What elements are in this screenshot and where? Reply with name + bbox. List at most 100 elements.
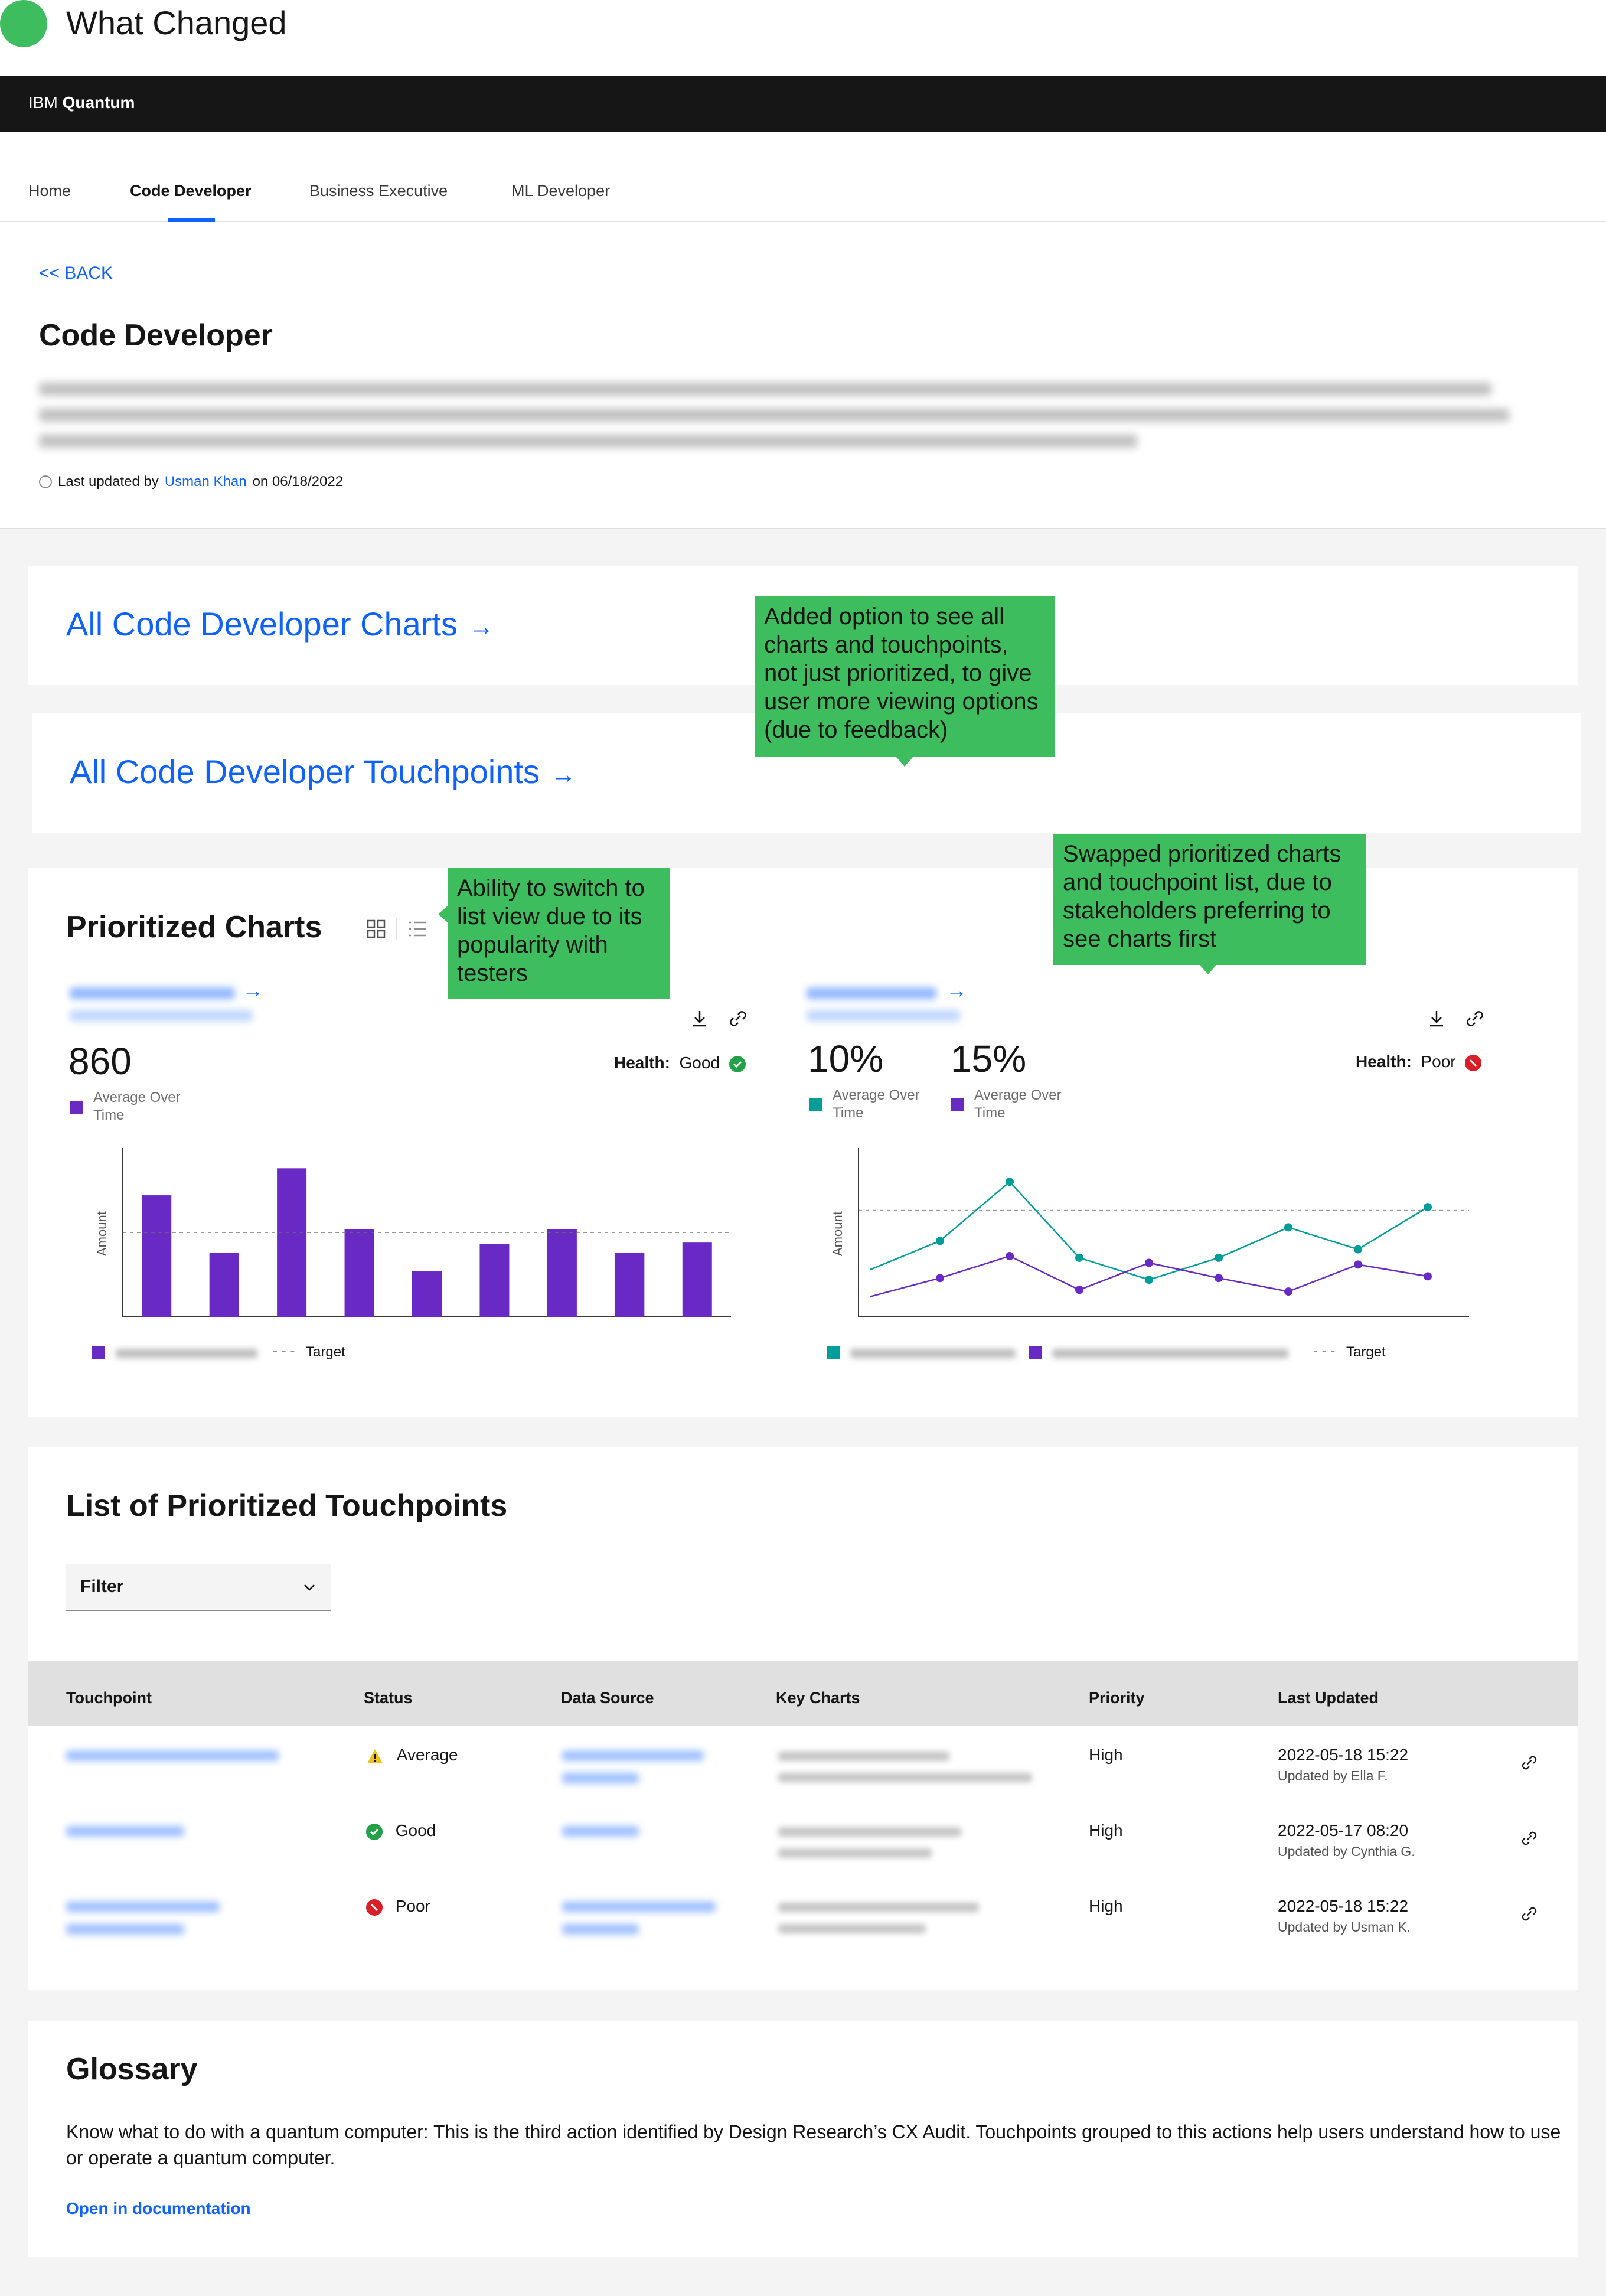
data-source-link[interactable] — [562, 1750, 704, 1761]
data-point — [1075, 1286, 1083, 1294]
chart1-health-value: Good — [679, 1054, 720, 1072]
chart1-health: Health: Good — [614, 1054, 746, 1072]
data-point — [1006, 1252, 1014, 1261]
chart2-kpi2-label: Average Over Time — [974, 1087, 1062, 1121]
data-point — [1354, 1245, 1362, 1254]
chart2-legend-series-1 — [850, 1349, 1016, 1358]
chart2-health: Health: Poor — [1356, 1052, 1482, 1071]
open-documentation-link[interactable]: Open in documentation — [66, 2199, 251, 2218]
touchpoint-link[interactable] — [66, 1902, 220, 1912]
callout-tail — [438, 906, 448, 922]
brand-logo[interactable]: IBM Quantum — [28, 93, 135, 112]
chart1-kpi-swatch — [70, 1101, 83, 1114]
tab-ml-developer[interactable]: ML Developer — [511, 182, 610, 200]
table-row: Average High 2022-05-18 15:22 Updated by… — [28, 1726, 1578, 1801]
chart1-kpi-label: Average Over Time — [93, 1090, 181, 1123]
column-header-priority[interactable]: Priority — [1089, 1689, 1145, 1707]
column-header-data-source[interactable]: Data Source — [561, 1689, 654, 1707]
good-status-icon — [729, 1055, 746, 1072]
tab-business-executive[interactable]: Business Executive — [309, 182, 448, 200]
bar — [344, 1229, 374, 1317]
list-view-icon[interactable] — [407, 919, 427, 939]
touchpoints-title: List of Prioritized Touchpoints — [66, 1489, 508, 1523]
glossary-text: Know what to do with a quantum computer:… — [66, 2121, 1561, 2168]
data-source-link[interactable] — [562, 1826, 639, 1837]
column-header-touchpoint[interactable]: Touchpoint — [66, 1689, 152, 1707]
tab-code-developer[interactable]: Code Developer — [130, 182, 252, 200]
callout-tail — [1200, 965, 1216, 974]
data-point — [1215, 1253, 1223, 1262]
link-icon[interactable] — [1464, 1009, 1486, 1029]
chart2-legend-target-dash: - - - — [1313, 1343, 1336, 1359]
touchpoint-link[interactable] — [66, 1826, 184, 1837]
key-charts-text — [778, 1924, 926, 1933]
all-charts-link[interactable]: All Code Developer Charts → — [66, 605, 494, 643]
data-point — [1424, 1203, 1432, 1212]
chart2-line-chart: Amount — [830, 1148, 1469, 1317]
chart2-title-link[interactable] — [807, 987, 936, 999]
grid-view-icon[interactable] — [366, 919, 386, 939]
bar — [682, 1242, 712, 1317]
tab-home[interactable]: Home — [28, 182, 71, 200]
data-point — [936, 1237, 944, 1245]
table-header: Touchpoint Status Data Source Key Charts… — [28, 1661, 1578, 1726]
arrow-right-icon: → — [468, 612, 494, 641]
chart2-kpi1-value: 10% — [808, 1038, 884, 1080]
link-icon[interactable] — [1520, 1754, 1539, 1772]
warning-icon — [367, 1749, 383, 1763]
chart1-legend-target-dash: - - - — [273, 1343, 295, 1359]
chart1-title-link[interactable] — [70, 987, 235, 999]
poor-status-icon — [1465, 1054, 1482, 1071]
download-icon[interactable] — [1427, 1009, 1447, 1029]
status-cell: Poor — [366, 1897, 430, 1916]
last-updated-cell: 2022-05-17 08:20 Updated by Cynthia G. — [1278, 1821, 1415, 1859]
filter-dropdown[interactable]: Filter — [66, 1564, 331, 1611]
callout-list-view: Ability to switch to list view due to it… — [448, 868, 670, 999]
key-charts-text — [778, 1752, 949, 1761]
tab-bar: Home Code Developer Business Executive M… — [0, 132, 1606, 222]
toggle-divider — [396, 918, 397, 940]
data-source-link[interactable] — [562, 1902, 716, 1912]
back-link[interactable]: << BACK — [39, 263, 113, 283]
chart2-subtitle — [807, 1010, 960, 1022]
data-point — [1006, 1178, 1014, 1186]
touchpoint-link[interactable] — [66, 1750, 279, 1761]
chart2-legend-series-2 — [1052, 1349, 1288, 1358]
all-touchpoints-link[interactable]: All Code Developer Touchpoints → — [70, 752, 576, 791]
bar — [412, 1271, 442, 1317]
chart1-legend-swatch — [92, 1346, 105, 1359]
column-header-key-charts[interactable]: Key Charts — [776, 1689, 860, 1707]
column-header-status[interactable]: Status — [364, 1689, 413, 1707]
chart1-bar-chart: Amount — [94, 1148, 731, 1317]
bar — [209, 1253, 239, 1317]
chart1-arrow-icon[interactable]: → — [242, 978, 263, 1003]
chart2-legend-swatch-1 — [827, 1346, 840, 1359]
chart2-kpi1-label: Average Over Time — [833, 1087, 920, 1121]
key-charts-text — [778, 1773, 1032, 1782]
data-point — [1354, 1260, 1362, 1269]
brand-name: Quantum — [62, 93, 135, 112]
chart2-kpi2-swatch — [951, 1098, 964, 1111]
updated-user-link[interactable]: Usman Khan — [165, 474, 247, 490]
annotation-dot — [0, 0, 47, 47]
touchpoint-link[interactable] — [66, 1924, 184, 1935]
data-source-link[interactable] — [562, 1924, 639, 1935]
column-header-last-updated[interactable]: Last Updated — [1278, 1689, 1379, 1707]
y-axis-label: Amount — [94, 1211, 109, 1256]
chart2-arrow-icon[interactable]: → — [946, 978, 967, 1003]
link-icon[interactable] — [1520, 1905, 1539, 1923]
last-updated-cell: 2022-05-18 15:22 Updated by Usman K. — [1278, 1897, 1411, 1935]
bar — [277, 1168, 307, 1317]
arrow-right-icon: → — [550, 760, 576, 789]
link-icon[interactable] — [727, 1009, 749, 1029]
bar — [615, 1253, 645, 1317]
chart1-legend-target: Target — [306, 1344, 345, 1360]
bar — [547, 1229, 577, 1317]
callout-swapped: Swapped prioritized charts and touchpoin… — [1053, 834, 1366, 965]
data-point — [1145, 1276, 1153, 1284]
brand-prefix: IBM — [28, 93, 58, 112]
chevron-down-icon — [304, 1584, 315, 1591]
link-icon[interactable] — [1520, 1829, 1539, 1847]
download-icon[interactable] — [690, 1009, 710, 1029]
data-source-link[interactable] — [562, 1773, 639, 1783]
